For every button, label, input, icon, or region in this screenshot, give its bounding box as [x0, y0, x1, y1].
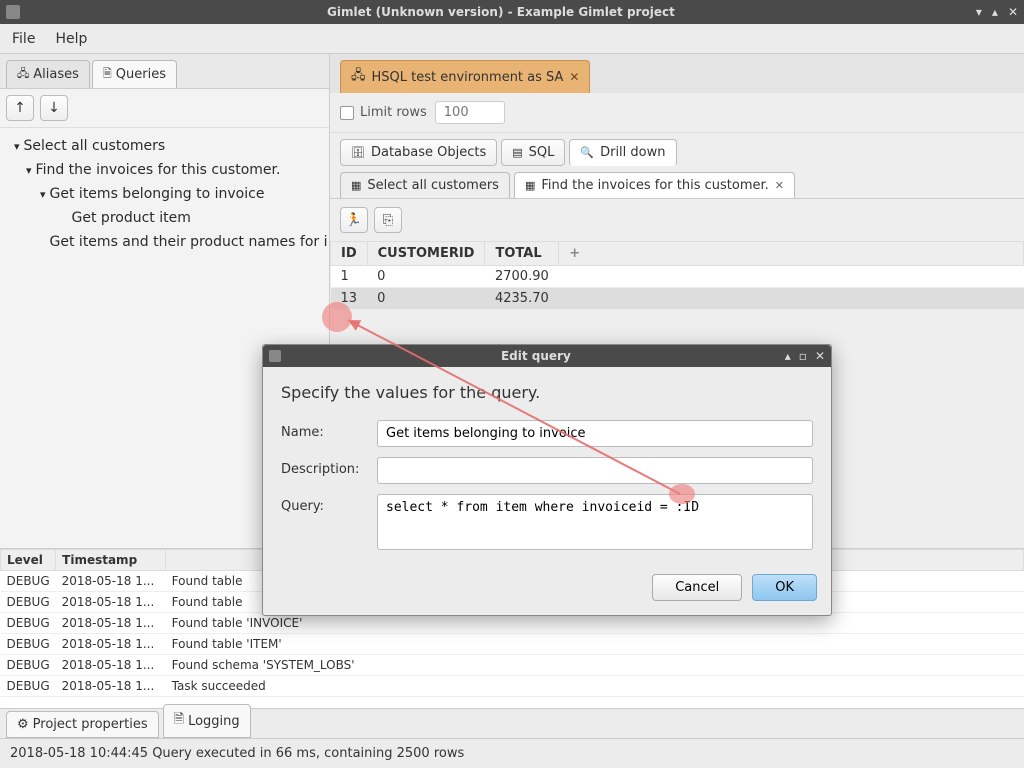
mode-sql-label: SQL [529, 145, 555, 160]
cell-blank [559, 266, 1024, 288]
bottom-tabs: ⚙ Project properties 🗎 Logging [0, 708, 1024, 738]
log-col-timestamp[interactable]: Timestamp [56, 550, 166, 571]
table-row[interactable]: 13 0 4235.70 [331, 288, 1024, 310]
dialog-icon [269, 350, 281, 362]
connection-icon: 🖧 [351, 66, 366, 88]
cell-id: 13 [331, 288, 368, 310]
connection-tab[interactable]: 🖧 HSQL test environment as SA ✕ [340, 60, 590, 93]
tab-aliases-label: Aliases [33, 67, 79, 82]
ok-button[interactable]: OK [752, 574, 817, 601]
input-name[interactable] [377, 420, 813, 447]
status-bar: 2018-05-18 10:44:45 Query executed in 66… [0, 738, 1024, 768]
cancel-button[interactable]: Cancel [652, 574, 742, 601]
menu-file[interactable]: File [12, 31, 35, 47]
app-icon [6, 5, 20, 19]
tab-aliases[interactable]: 🖧 Aliases [6, 60, 90, 88]
result-tab-invoices-label: Find the invoices for this customer. [541, 178, 768, 193]
window-titlebar: Gimlet (Unknown version) - Example Gimle… [0, 0, 1024, 24]
limit-rows-input[interactable] [435, 101, 505, 124]
connection-tab-close-icon[interactable]: ✕ [569, 70, 579, 84]
db-icon: 🗄 [351, 146, 365, 159]
cell-id: 1 [331, 266, 368, 288]
label-query: Query: [281, 494, 377, 514]
cell-blank [559, 288, 1024, 310]
tab-logging-label: Logging [188, 714, 240, 729]
status-text: 2018-05-18 10:44:45 Query executed in 66… [10, 746, 464, 761]
query-icon: 🗎 [103, 65, 112, 84]
col-id[interactable]: ID [331, 242, 368, 266]
dialog-close-icon[interactable]: ✕ [815, 349, 825, 363]
gear-icon: ⚙ [17, 717, 29, 732]
dialog-max-icon[interactable]: ▫ [799, 349, 807, 363]
tab-queries[interactable]: 🗎 Queries [92, 60, 177, 88]
dialog-heading: Specify the values for the query. [281, 383, 813, 402]
db-icon: 🖧 [17, 65, 29, 84]
move-up-button[interactable]: ↑ [6, 95, 34, 121]
menu-help[interactable]: Help [55, 31, 87, 47]
checkbox-icon [340, 106, 354, 120]
mode-drilldown-label: Drill down [600, 145, 665, 160]
log-col-level[interactable]: Level [1, 550, 56, 571]
table-row[interactable]: 1 0 2700.90 [331, 266, 1024, 288]
window-close-icon[interactable]: ✕ [1008, 5, 1018, 19]
result-tab-invoices[interactable]: ▦ Find the invoices for this customer. ✕ [514, 172, 795, 198]
tab-logging[interactable]: 🗎 Logging [163, 704, 251, 738]
log-icon: 🗎 [174, 710, 184, 732]
limit-rows-checkbox[interactable]: Limit rows [340, 105, 427, 120]
dialog-min-icon[interactable]: ▴ [785, 349, 791, 363]
result-tab-customers[interactable]: ▦ Select all customers [340, 172, 510, 198]
drilldown-icon: 🔍 [580, 146, 594, 159]
limit-rows-label: Limit rows [360, 105, 427, 120]
tree-node-get-items-names[interactable]: Get items and their product names for i [0, 230, 329, 254]
tab-queries-label: Queries [116, 67, 166, 82]
log-row[interactable]: DEBUG2018-05-18 1...Task succeeded [1, 676, 1024, 697]
cell-total: 2700.90 [485, 266, 559, 288]
grid-icon: ▦ [525, 179, 535, 192]
tab-project-label: Project properties [33, 717, 148, 732]
cell-customerid: 0 [367, 288, 485, 310]
query-tree[interactable]: Select all customers Find the invoices f… [0, 128, 329, 260]
result-tab-customers-label: Select all customers [367, 178, 499, 193]
result-tab-close-icon[interactable]: ✕ [775, 179, 784, 192]
input-description[interactable] [377, 457, 813, 484]
cell-customerid: 0 [367, 266, 485, 288]
log-row[interactable]: DEBUG2018-05-18 1... Found schema 'SYSTE… [1, 655, 1024, 676]
label-description: Description: [281, 457, 377, 477]
label-name: Name: [281, 420, 377, 440]
grid-out-icon: ⎘ [383, 213, 393, 228]
tree-node-get-items[interactable]: Get items belonging to invoice [0, 182, 329, 206]
runner-icon: 🏃 [346, 213, 362, 228]
export-button[interactable]: ⎘ [374, 207, 402, 233]
add-column-button[interactable]: + [559, 242, 1024, 266]
sql-icon: ▤ [512, 146, 522, 159]
input-query[interactable] [377, 494, 813, 550]
tab-project-properties[interactable]: ⚙ Project properties [6, 711, 159, 738]
mode-drilldown[interactable]: 🔍 Drill down [569, 139, 676, 166]
grid-icon: ▦ [351, 179, 361, 192]
col-total[interactable]: TOTAL [485, 242, 559, 266]
window-minimize-icon[interactable]: ▾ [976, 5, 982, 19]
mode-db-objects-label: Database Objects [371, 145, 486, 160]
window-title: Gimlet (Unknown version) - Example Gimle… [26, 5, 976, 19]
dialog-title: Edit query [287, 349, 785, 363]
mode-db-objects[interactable]: 🗄 Database Objects [340, 139, 497, 166]
result-table[interactable]: ID CUSTOMERID TOTAL + 1 0 2700.90 13 0 4… [330, 241, 1024, 310]
col-customerid[interactable]: CUSTOMERID [367, 242, 485, 266]
connection-tab-label: HSQL test environment as SA [372, 70, 564, 85]
tree-node-root[interactable]: Select all customers [0, 134, 329, 158]
log-row[interactable]: DEBUG2018-05-18 1... Found table 'ITEM' [1, 634, 1024, 655]
move-down-button[interactable]: ↓ [40, 95, 68, 121]
edit-query-dialog: Edit query ▴ ▫ ✕ Specify the values for … [262, 344, 832, 616]
menubar: File Help [0, 24, 1024, 54]
tree-node-find-invoices[interactable]: Find the invoices for this customer. [0, 158, 329, 182]
tree-node-get-product[interactable]: Get product item [0, 206, 329, 230]
run-button[interactable]: 🏃 [340, 207, 368, 233]
window-maximize-icon[interactable]: ▴ [992, 5, 998, 19]
mode-sql[interactable]: ▤ SQL [501, 139, 565, 166]
cell-total: 4235.70 [485, 288, 559, 310]
